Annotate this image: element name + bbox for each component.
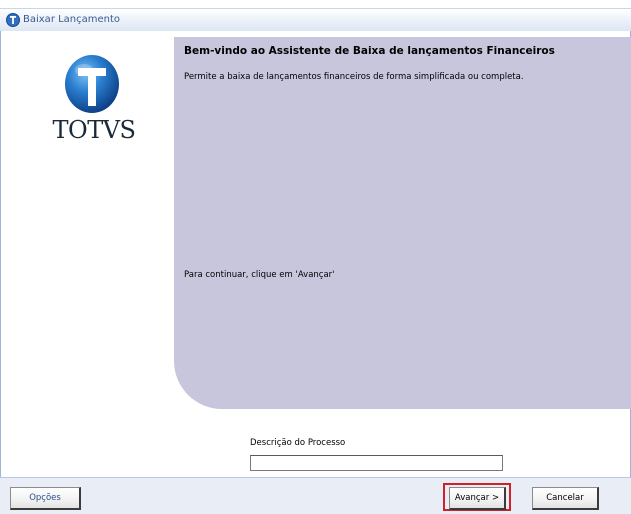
- window-titlebar[interactable]: Baixar Lançamento: [0, 8, 631, 32]
- next-button[interactable]: Avançar >: [449, 487, 506, 510]
- cancel-button[interactable]: Cancelar: [532, 487, 599, 510]
- wizard-title: Bem-vindo ao Assistente de Baixa de lanç…: [184, 45, 555, 57]
- brand-text: TOTVS: [52, 116, 136, 144]
- options-button[interactable]: Opções: [10, 487, 81, 510]
- totvs-globe-icon: [65, 55, 119, 113]
- window-title: Baixar Lançamento: [23, 14, 121, 25]
- continue-hint: Para continuar, clique em 'Avançar': [184, 270, 335, 280]
- app-icon: [6, 13, 20, 27]
- process-description-label: Descrição do Processo: [250, 438, 346, 448]
- totvs-logo: TOTVS: [41, 54, 141, 184]
- button-bar: Opções Avançar > Cancelar: [0, 478, 631, 514]
- process-description-input[interactable]: [250, 455, 503, 471]
- wizard-description: Permite a baixa de lançamentos financeir…: [184, 72, 524, 82]
- wizard-panel: Bem-vindo ao Assistente de Baixa de lanç…: [174, 37, 631, 409]
